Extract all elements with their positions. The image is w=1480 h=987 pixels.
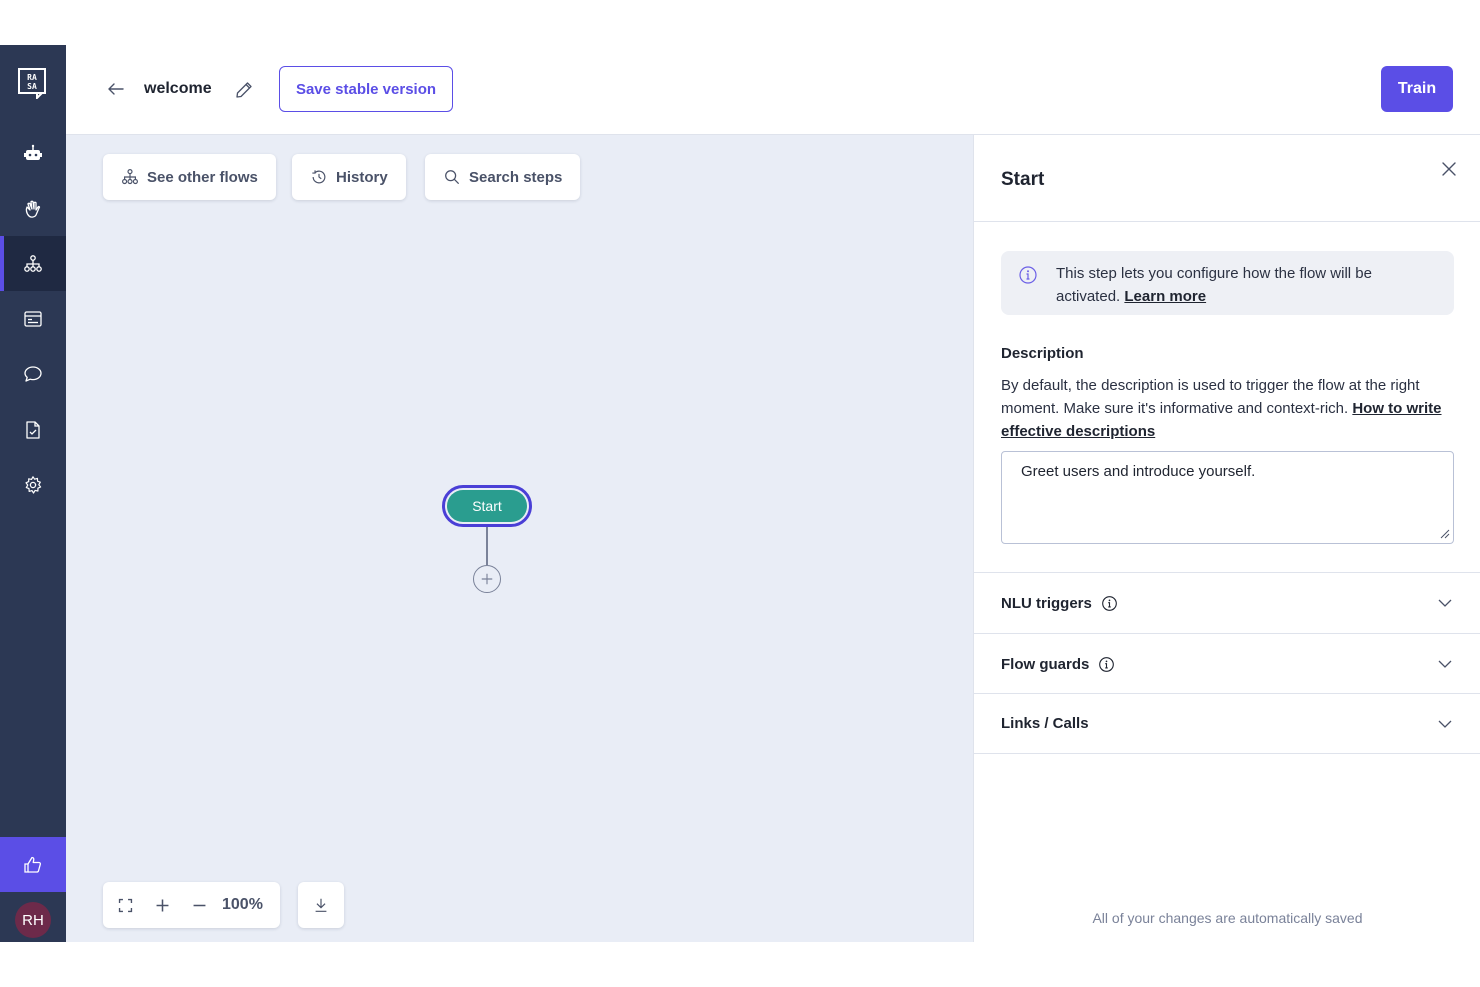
flows-icon [24, 254, 42, 272]
accordion-label: Flow guards [1001, 655, 1090, 673]
feedback-button[interactable] [0, 837, 66, 892]
history-button[interactable]: History [292, 154, 406, 200]
sidebar-item-assistant[interactable] [0, 126, 66, 181]
autosave-note: All of your changes are automatically sa… [1092, 910, 1363, 926]
zoom-in-button[interactable] [144, 882, 181, 928]
responses-icon [24, 310, 42, 327]
sidebar-item-tests[interactable] [0, 402, 66, 457]
start-node[interactable]: Start [442, 485, 532, 527]
zoom-level: 100% [222, 896, 263, 913]
save-stable-version-button[interactable]: Save stable version [279, 66, 453, 112]
plus-icon [156, 899, 169, 911]
fit-view-button[interactable] [107, 882, 144, 928]
history-label: History [336, 168, 388, 186]
rasa-logo[interactable]: RA SA [17, 67, 49, 101]
see-other-flows-button[interactable]: See other flows [103, 154, 276, 200]
start-node-label: Start [447, 490, 527, 522]
fullscreen-icon [118, 898, 133, 912]
info-icon [1019, 266, 1037, 284]
download-icon [315, 898, 327, 912]
resize-grip-icon[interactable] [1438, 527, 1450, 539]
svg-text:RA: RA [27, 73, 37, 82]
chevron-down-icon [1438, 599, 1452, 607]
flow-canvas[interactable]: See other flows History Search steps Sta… [66, 135, 973, 942]
accordion-label: NLU triggers [1001, 594, 1092, 612]
description-help: By default, the description is used to t… [1001, 374, 1461, 443]
description-label: Description [1001, 345, 1084, 362]
info-icon[interactable] [1098, 656, 1115, 673]
learn-more-link[interactable]: Learn more [1124, 288, 1206, 305]
chevron-down-icon [1438, 720, 1452, 728]
history-icon [312, 170, 326, 184]
flow-header: welcome Save stable version Train [66, 45, 1480, 135]
hand-wave-icon [25, 200, 41, 218]
accordion-nlu-triggers[interactable]: NLU triggers [974, 572, 1480, 633]
thumbs-up-icon [24, 856, 42, 873]
svg-text:SA: SA [27, 82, 37, 91]
user-avatar[interactable]: RH [15, 902, 51, 938]
robot-icon [24, 144, 42, 160]
sidebar-item-settings[interactable] [0, 457, 66, 512]
info-callout: This step lets you configure how the flo… [1001, 251, 1454, 315]
chat-icon [24, 365, 42, 382]
accordion-flow-guards[interactable]: Flow guards [974, 633, 1480, 694]
description-input[interactable]: Greet users and introduce yourself. [1001, 451, 1454, 544]
back-arrow-icon[interactable] [106, 79, 126, 99]
accordion-label: Links / Calls [1001, 715, 1089, 732]
document-check-icon [26, 420, 40, 439]
add-step-button[interactable] [473, 565, 501, 593]
node-connector [486, 527, 488, 565]
sidebar-item-conversations[interactable] [0, 346, 66, 401]
sidebar-item-greetings[interactable] [0, 181, 66, 236]
download-button[interactable] [298, 882, 344, 928]
train-button[interactable]: Train [1381, 66, 1453, 112]
sidebar-item-responses[interactable] [0, 291, 66, 346]
sidebar: RA SA RH [0, 45, 66, 942]
zoom-out-button[interactable] [181, 882, 218, 928]
search-steps-label: Search steps [469, 168, 563, 186]
panel-divider [974, 221, 1480, 222]
flows-icon [122, 169, 138, 185]
minus-icon [193, 904, 206, 906]
close-icon[interactable] [1439, 159, 1459, 179]
zoom-controls: 100% [103, 882, 280, 928]
pencil-icon[interactable] [234, 80, 254, 100]
see-other-flows-label: See other flows [147, 168, 258, 186]
plus-icon [481, 573, 493, 585]
search-steps-button[interactable]: Search steps [425, 154, 581, 200]
panel-title: Start [1001, 169, 1045, 190]
gear-icon [25, 475, 42, 494]
chevron-down-icon [1438, 660, 1452, 668]
search-icon [445, 170, 459, 184]
info-text: This step lets you configure how the flo… [1056, 265, 1372, 305]
flow-name: welcome [144, 80, 212, 97]
step-details-panel: Start This step lets you configure how t… [973, 135, 1480, 942]
info-icon[interactable] [1101, 595, 1118, 612]
accordion-links-calls[interactable]: Links / Calls [974, 693, 1480, 754]
sidebar-item-flows[interactable] [0, 236, 66, 291]
